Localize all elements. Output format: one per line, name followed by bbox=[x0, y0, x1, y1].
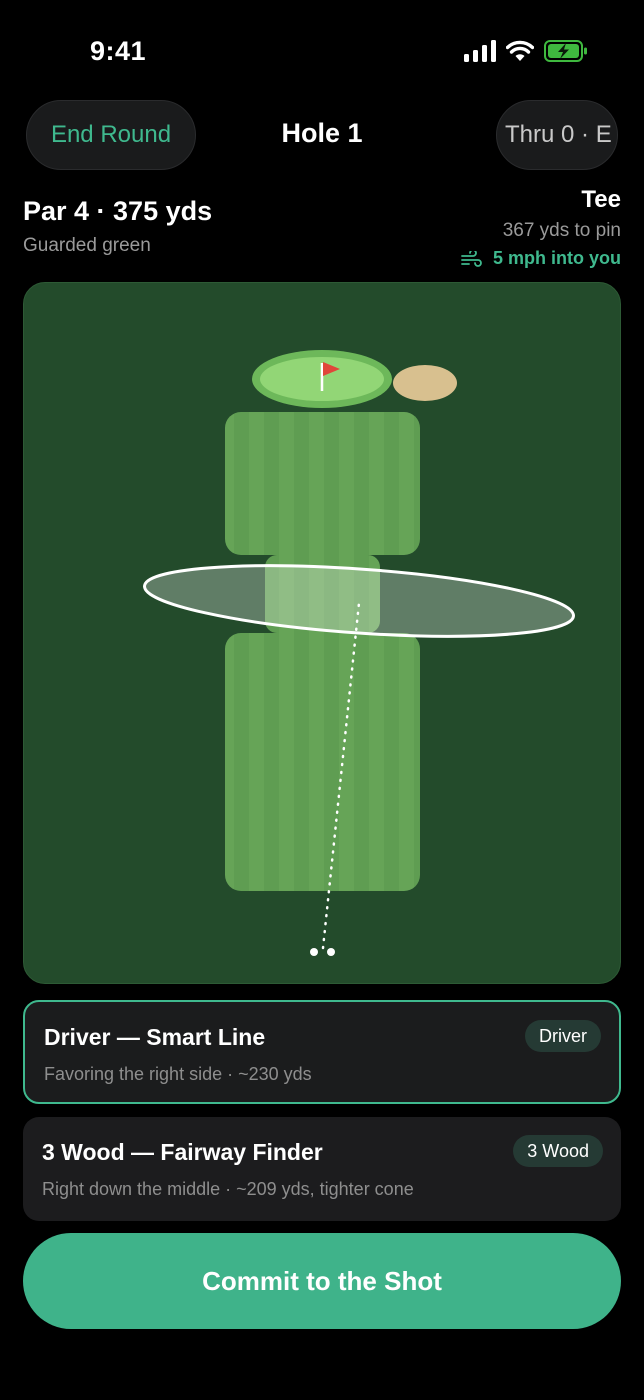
thru-score-button[interactable]: Thru 0 · E bbox=[496, 100, 618, 170]
hole-map-canvas bbox=[143, 350, 575, 956]
par-distance: Par 4 · 375 yds bbox=[23, 196, 213, 226]
bunker bbox=[393, 365, 457, 401]
hole-title: Hole 1 bbox=[281, 118, 363, 148]
shot-option-3-wood[interactable]: 3 Wood — Fairway Finder Right down the m… bbox=[23, 1117, 621, 1221]
shot-option-driver[interactable]: Driver — Smart Line Favoring the right s… bbox=[23, 1000, 621, 1104]
landing-cone bbox=[143, 564, 575, 638]
shot-option-title: 3 Wood — Fairway Finder bbox=[42, 1139, 323, 1165]
hole-map[interactable] bbox=[23, 282, 621, 984]
wind-info: 5 mph into you bbox=[461, 248, 621, 269]
wind-text: 5 mph into you bbox=[493, 248, 621, 268]
tee-info: Tee 367 yds to pin 5 mph into you bbox=[461, 186, 621, 269]
hazard-description: Guarded green bbox=[23, 235, 151, 256]
battery-charging-icon bbox=[544, 40, 587, 62]
status-bar: 9:41 bbox=[0, 0, 644, 100]
ball-marker bbox=[327, 948, 335, 956]
position-label: Tee bbox=[581, 186, 621, 213]
status-time: 9:41 bbox=[90, 36, 147, 66]
club-badge: Driver bbox=[525, 1020, 601, 1052]
wind-icon bbox=[461, 250, 482, 267]
wifi-icon bbox=[506, 40, 534, 61]
signal-icon bbox=[464, 40, 496, 62]
hole-info: Par 4 · 375 yds Guarded green bbox=[23, 196, 212, 257]
status-icons bbox=[464, 40, 588, 62]
tee-marker-left bbox=[310, 948, 318, 956]
club-badge: 3 Wood bbox=[513, 1135, 603, 1167]
end-round-button[interactable]: End Round bbox=[26, 100, 196, 170]
shot-option-subtitle: Right down the middle · ~209 yds, tighte… bbox=[42, 1179, 414, 1199]
commit-shot-button[interactable]: Commit to the Shot bbox=[23, 1233, 621, 1329]
fairway-upper bbox=[225, 412, 420, 555]
distance-to-pin: 367 yds to pin bbox=[502, 220, 621, 241]
shot-option-subtitle: Favoring the right side · ~230 yds bbox=[44, 1064, 312, 1084]
fairway-lower bbox=[225, 633, 420, 891]
shot-option-title: Driver — Smart Line bbox=[44, 1024, 266, 1050]
